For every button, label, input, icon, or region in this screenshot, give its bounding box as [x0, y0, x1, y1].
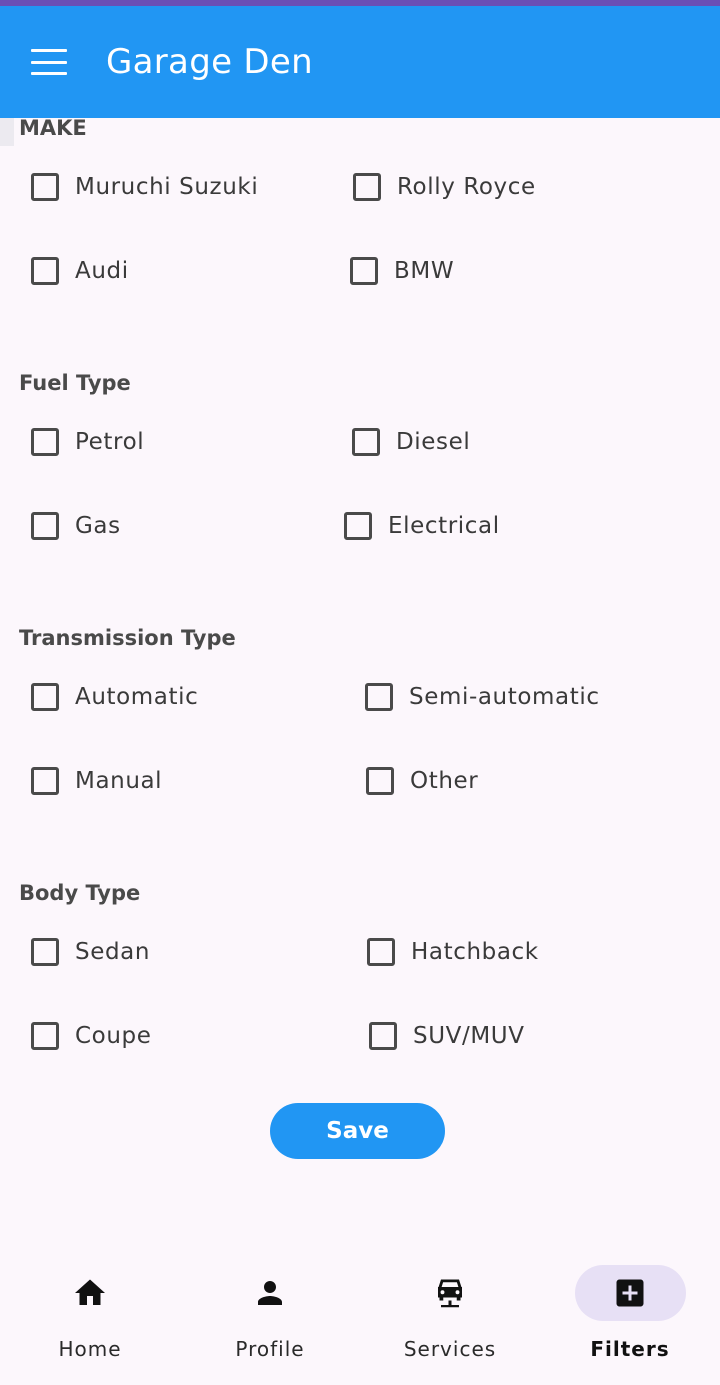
- checkbox-label: Electrical: [388, 513, 500, 539]
- checkbox-label: Manual: [75, 768, 163, 794]
- section-title-transmission-type: Transmission Type: [19, 626, 236, 650]
- checkbox-label: Gas: [75, 513, 121, 539]
- nav-label: Home: [58, 1337, 122, 1361]
- checkbox-label: Hatchback: [411, 939, 539, 965]
- checkbox-audi[interactable]: Audi: [31, 251, 129, 291]
- nav-item-services[interactable]: Services: [360, 1265, 540, 1375]
- bottom-navigation: Home Profile Services Filters: [0, 1245, 720, 1385]
- menu-icon[interactable]: [31, 49, 67, 75]
- checkbox-gas[interactable]: Gas: [31, 506, 121, 546]
- checkbox-box[interactable]: [31, 767, 59, 795]
- checkbox-diesel[interactable]: Diesel: [352, 422, 470, 462]
- checkbox-petrol[interactable]: Petrol: [31, 422, 144, 462]
- checkbox-label: Coupe: [75, 1023, 152, 1049]
- checkbox-label: Semi-automatic: [409, 684, 600, 710]
- checkbox-box[interactable]: [31, 938, 59, 966]
- checkbox-muruchi-suzuki[interactable]: Muruchi Suzuki: [31, 167, 258, 207]
- section-title-make: MAKE: [19, 116, 87, 140]
- checkbox-box[interactable]: [369, 1022, 397, 1050]
- checkbox-label: Petrol: [75, 429, 145, 455]
- nav-label: Filters: [590, 1337, 670, 1361]
- save-button[interactable]: Save: [270, 1103, 445, 1159]
- checkbox-box[interactable]: [350, 257, 378, 285]
- checkbox-box[interactable]: [31, 173, 59, 201]
- checkbox-label: Other: [410, 768, 479, 794]
- section-title-fuel-type: Fuel Type: [19, 371, 131, 395]
- checkbox-label: Rolly Royce: [397, 174, 536, 200]
- checkbox-box[interactable]: [352, 428, 380, 456]
- checkbox-label: SUV/MUV: [413, 1023, 525, 1049]
- checkbox-coupe[interactable]: Coupe: [31, 1016, 151, 1056]
- checkbox-label: Automatic: [75, 684, 199, 710]
- checkbox-label: Diesel: [396, 429, 471, 455]
- checkbox-label: Sedan: [75, 939, 151, 965]
- checkbox-bmw[interactable]: BMW: [350, 251, 454, 291]
- checkbox-rolly-royce[interactable]: Rolly Royce: [353, 167, 536, 207]
- checkbox-box[interactable]: [31, 1022, 59, 1050]
- checkbox-label: Muruchi Suzuki: [75, 174, 259, 200]
- add-box-icon: [616, 1279, 644, 1307]
- scroll-indicator: [0, 118, 14, 146]
- checkbox-box[interactable]: [31, 428, 59, 456]
- section-title-body-type: Body Type: [19, 881, 141, 905]
- nav-item-filters[interactable]: Filters: [540, 1265, 720, 1375]
- checkbox-box[interactable]: [365, 683, 393, 711]
- checkbox-box[interactable]: [31, 512, 59, 540]
- checkbox-box[interactable]: [367, 938, 395, 966]
- app-title: Garage Den: [106, 42, 313, 82]
- checkbox-label: BMW: [394, 258, 455, 284]
- car-service-icon: [438, 1279, 462, 1308]
- nav-label: Services: [403, 1337, 497, 1361]
- checkbox-other[interactable]: Other: [366, 761, 478, 801]
- checkbox-box[interactable]: [344, 512, 372, 540]
- app-bar: Garage Den: [0, 6, 720, 118]
- checkbox-box[interactable]: [31, 257, 59, 285]
- home-icon: [75, 1279, 105, 1305]
- checkbox-semi-automatic[interactable]: Semi-automatic: [365, 677, 600, 717]
- nav-item-home[interactable]: Home: [0, 1265, 180, 1375]
- checkbox-box[interactable]: [31, 683, 59, 711]
- checkbox-box[interactable]: [366, 767, 394, 795]
- checkbox-box[interactable]: [353, 173, 381, 201]
- checkbox-hatchback[interactable]: Hatchback: [367, 932, 539, 972]
- checkbox-manual[interactable]: Manual: [31, 761, 162, 801]
- nav-label: Profile: [235, 1337, 305, 1361]
- nav-item-profile[interactable]: Profile: [180, 1265, 360, 1375]
- checkbox-suv-muv[interactable]: SUV/MUV: [369, 1016, 525, 1056]
- checkbox-label: Audi: [75, 258, 129, 284]
- checkbox-electrical[interactable]: Electrical: [344, 506, 500, 546]
- checkbox-automatic[interactable]: Automatic: [31, 677, 198, 717]
- person-icon: [258, 1281, 282, 1305]
- checkbox-sedan[interactable]: Sedan: [31, 932, 150, 972]
